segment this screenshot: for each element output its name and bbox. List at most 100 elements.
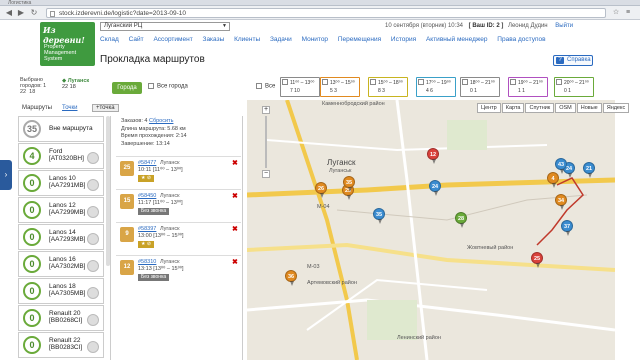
url-input[interactable]: stock.izderevni.de/logistic?date=2013-09… [46,8,606,18]
route-status-indicator[interactable] [87,233,99,245]
menu-icon[interactable]: ≡ [624,9,632,17]
nav-istoriya[interactable]: История [391,36,416,43]
map-order-pin[interactable]: 25 [531,252,543,268]
time-slot-filter[interactable]: 18⁰⁰ – 21⁰⁰ 0 1 [460,77,500,97]
route-status-indicator[interactable] [87,287,99,299]
route-status-indicator[interactable] [87,260,99,272]
remove-order-icon[interactable]: ✖ [232,225,238,233]
reset-link[interactable]: Сбросить [149,118,173,124]
zoom-slider[interactable] [265,116,267,168]
map-btn-map[interactable]: Карта [501,103,525,113]
map-btn-new[interactable]: Новые [576,103,602,113]
all-cities-checkbox[interactable]: Все города [148,83,188,90]
slot-checkbox[interactable] [556,79,562,85]
side-panel-toggle[interactable]: › [0,160,12,190]
forward-icon[interactable]: ▶ [16,8,26,18]
map-order-pin[interactable]: 37 [561,220,573,236]
map-btn-yandex[interactable]: Яндекс [602,103,630,113]
time-slot-filter[interactable]: 19⁰⁰ – 21⁰⁰ 1 1 [508,77,548,97]
map-order-pin[interactable]: 36 [285,270,297,286]
route-item[interactable]: 0 Lanos 18 [AA7305MB] [18,278,104,304]
order-item[interactable]: 9 #58397 Луганск 13:00 [13⁰⁰ – 15⁰⁰] ✖ ★ ⊘ [116,222,241,254]
order-link[interactable]: #58310 [138,259,156,265]
order-item[interactable]: 12 #58310 Луганск 13:13 [13⁰⁰ – 15⁰⁰] ✖ Без з… [116,255,241,287]
route-item[interactable]: 0 Lanos 10 [AA7291MB] [18,170,104,196]
time-slot-filter[interactable]: 17⁰⁰ – 19⁰⁰ 4 6 [416,77,456,97]
order-link[interactable]: #58450 [138,193,156,199]
route-item[interactable]: 0 Lanos 16 [AA7302MB] [18,251,104,277]
map-order-pin[interactable]: 43 [555,158,567,174]
tab-routes[interactable]: Маршруты [22,105,52,111]
nav-monitor[interactable]: Монитор [302,36,328,43]
map-order-pin[interactable]: 24 [429,180,441,196]
slot-checkbox[interactable] [322,79,328,85]
tab-points[interactable]: Точки [62,105,78,111]
warehouse-select[interactable]: Луганский РЦ ▼ [100,22,230,31]
map-order-pin[interactable]: 35 [373,208,385,224]
slot-checkbox[interactable] [418,79,424,85]
add-point-button[interactable]: +точка [92,104,119,112]
zoom-in-icon[interactable]: + [262,106,270,114]
route-item[interactable]: 35 Вне маршрута [18,116,104,142]
map-order-pin[interactable]: 35 [343,176,355,192]
all-slots-checkbox[interactable]: Все [256,83,275,90]
order-link[interactable]: #58477 [138,160,156,166]
route-item[interactable]: 0 Renault 20 [BB0268CI] [18,305,104,331]
nav-zakazy[interactable]: Заказы [203,36,225,43]
remove-order-icon[interactable]: ✖ [232,192,238,200]
zoom-out-icon[interactable]: − [262,170,270,178]
bag-icon: 15 [120,194,134,209]
map-order-pin[interactable]: 21 [583,162,595,178]
time-slot-filter[interactable]: 13⁰⁰ – 15⁰⁰ 5 3 [320,77,360,97]
logo[interactable]: Из деревни! Property Management System [40,22,95,66]
nav-zadachi[interactable]: Задачи [270,36,292,43]
route-status-indicator[interactable] [87,179,99,191]
cities-button[interactable]: Города [112,82,142,94]
star-icon[interactable]: ☆ [612,9,620,17]
city-filter-lugansk[interactable]: ◆ Луганск 22 18 [62,78,89,90]
order-item[interactable]: 15 #58450 Луганск 11:17 [11⁰⁰ – 13⁰⁰] ✖ Без з… [116,189,241,221]
nav-active-manager[interactable]: Активный менеджер [426,36,488,43]
time-slot-filter[interactable]: 15⁰⁰ – 18⁰⁰ 8 3 [368,77,408,97]
map-order-pin[interactable]: 26 [315,182,327,198]
help-button[interactable]: ? Справка [553,55,593,66]
route-status-indicator[interactable] [87,152,99,164]
order-link[interactable]: #58397 [138,226,156,232]
time-slot-filter[interactable]: 20⁰⁰ – 21⁰⁰ 0 1 [554,77,594,97]
map-order-pin[interactable]: 28 [455,212,467,228]
remove-order-icon[interactable]: ✖ [232,159,238,167]
nav-peremeshcheniya[interactable]: Перемещения [338,36,381,43]
map-order-pin[interactable]: 4 [547,172,559,188]
reload-icon[interactable]: ↻ [29,8,39,18]
route-item[interactable]: 0 Lanos 14 [AA7293MB] [18,224,104,250]
nav-access-rights[interactable]: Права доступов [497,36,545,43]
route-item[interactable]: 4 Ford [AT0320BH] [18,143,104,169]
map-order-pin[interactable]: 12 [427,148,439,164]
slot-checkbox[interactable] [462,79,468,85]
route-status-indicator[interactable] [87,341,99,353]
order-item[interactable]: 25 #58477 Луганск 10:11 [11⁰⁰ – 13⁰⁰] ✖ ★ ⊘ [116,156,241,188]
slot-checkbox[interactable] [370,79,376,85]
route-status-indicator[interactable] [87,314,99,326]
route-item[interactable]: 0 Lanos 12 [AA7299MB] [18,197,104,223]
map-btn-osm[interactable]: OSM [555,103,576,113]
nav-assortiment[interactable]: Ассортимент [153,36,192,43]
map-btn-center[interactable]: Центр [477,103,501,113]
map-btn-satellite[interactable]: Спутник [525,103,555,113]
route-item[interactable]: 0 Renault 22 [BB0283CI] [18,332,104,358]
route-list-scrollbar[interactable] [106,116,110,266]
map-order-pin[interactable]: 34 [555,194,567,210]
time-slot-filter[interactable]: 11⁰⁰ – 13⁰⁰ 7 10 [280,77,320,97]
nav-sklad[interactable]: Склад [100,36,119,43]
nav-sait[interactable]: Сайт [129,36,144,43]
time-slot-range: 19⁰⁰ – 21⁰⁰ [518,80,543,86]
map-canvas[interactable] [247,100,615,360]
slot-checkbox[interactable] [510,79,516,85]
route-status-indicator[interactable] [87,206,99,218]
remove-order-icon[interactable]: ✖ [232,258,238,266]
logout-link[interactable]: Выйти [555,23,573,29]
back-icon[interactable]: ◀ [4,8,14,18]
map[interactable]: Каменнобродский район Луганск Луганськ Ж… [247,100,615,360]
nav-klienty[interactable]: Клиенты [234,36,260,43]
slot-checkbox[interactable] [282,79,288,85]
